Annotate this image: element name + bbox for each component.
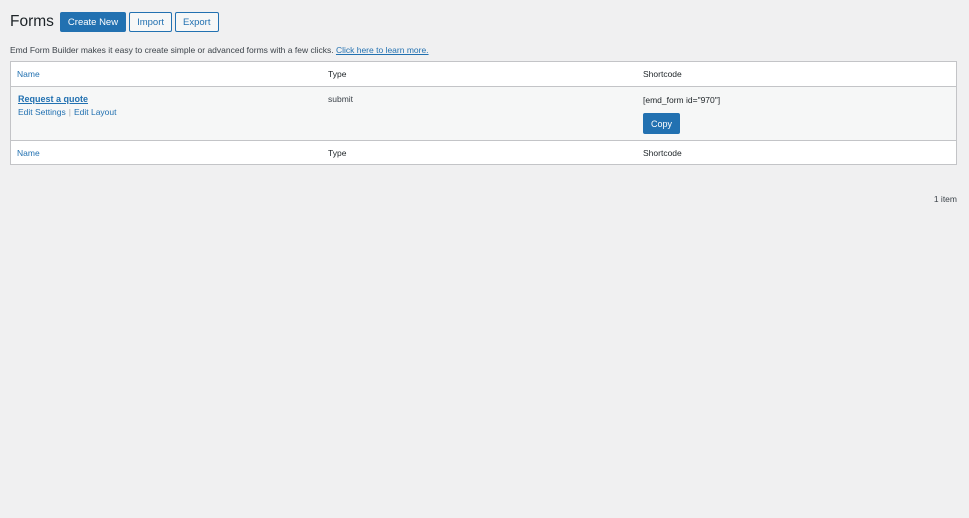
column-header-type: Type [328,69,347,79]
item-count: 1 item [933,194,957,204]
cell-shortcode: [emd_form id="970"] Copy [643,93,956,140]
form-title-link[interactable]: Request a quote [18,93,328,105]
forms-table: Name Type Shortcode Request a quote Edit… [10,61,957,165]
page-header: Forms Create New Import Export [10,11,957,33]
footer-column-shortcode: Shortcode [643,147,682,158]
column-header-name: Name [11,69,328,79]
sort-by-name-link[interactable]: Name [17,69,40,79]
column-header-shortcode: Shortcode [643,69,682,79]
cell-type: submit [328,94,354,104]
create-new-button[interactable]: Create New [59,12,127,32]
intro-text: Emd Form Builder makes it easy to create… [10,45,957,56]
page-wrap: Forms Create New Import Export Emd Form … [0,11,969,518]
footer-sort-by-name-link[interactable]: Name [17,148,40,158]
table-footer: Name Type Shortcode [11,140,956,164]
table-row: Request a quote Edit Settings | Edit Layou… [11,87,956,140]
import-button[interactable]: Import [129,12,173,32]
row-actions: Edit Settings | Edit Layout [18,107,328,118]
intro-description: Emd Form Builder makes it easy to create… [10,45,336,55]
table-header: Name Type Shortcode [11,62,956,87]
edit-settings-link[interactable]: Edit Settings [18,107,66,117]
edit-layout-link[interactable]: Edit Layout [74,107,117,117]
shortcode-value: [emd_form id="970"] [643,95,721,105]
footer-column-name: Name [11,148,328,158]
export-button[interactable]: Export [175,12,219,32]
row-action-separator: | [68,107,71,117]
copy-shortcode-button[interactable]: Copy [643,113,681,134]
page-title: Forms [10,13,54,30]
learn-more-link[interactable]: Click here to learn more. [336,45,429,55]
footer-column-type: Type [328,147,347,158]
cell-name: Request a quote Edit Settings | Edit Layou… [11,93,328,140]
